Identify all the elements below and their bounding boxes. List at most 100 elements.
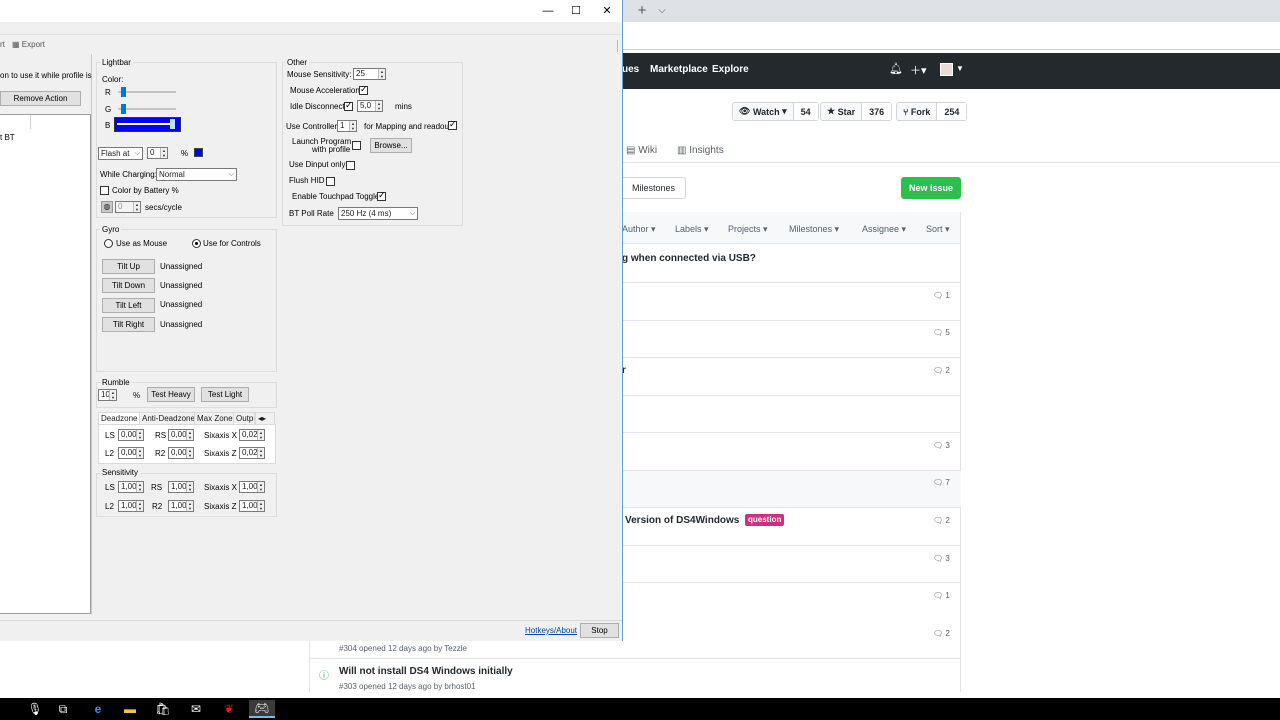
sens-sixaxis-x-spinner[interactable]: 1,00 ▲ ▼ [239, 481, 265, 493]
use-controller-spinner[interactable]: 1 ▲ ▼ [337, 120, 357, 132]
issue-comments[interactable]: 🗨︎ 1 [933, 291, 950, 300]
dz-sixaxis-z-spinner[interactable]: 0,02 ▲ ▼ [239, 447, 265, 459]
milestones-button[interactable]: Milestones [622, 177, 686, 199]
spinner-arrows-icon[interactable]: ▲ ▼ [257, 482, 264, 492]
spinner-arrows-icon[interactable]: ▲ ▼ [186, 501, 193, 511]
tab-scroll-arrows-icon[interactable]: ◂▸ [255, 412, 275, 424]
file-explorer-icon[interactable]: ▬ [119, 700, 141, 718]
tab-wiki[interactable]: ▤ Wiki [626, 145, 657, 156]
stop-button[interactable]: Stop [580, 623, 619, 638]
use-as-mouse-radio[interactable] [104, 239, 113, 248]
bell-icon[interactable]: 🔔︎ [889, 62, 903, 75]
flash-mode-select[interactable]: Flash at ⌵ [98, 147, 143, 160]
test-light-button[interactable]: Test Light [201, 387, 249, 402]
g-slider-track[interactable] [118, 108, 176, 110]
sens-r2-spinner[interactable]: 1,00 ▲ ▼ [168, 500, 194, 512]
spinner-arrows-icon[interactable]: ▲ ▼ [136, 501, 143, 511]
rumble-spinner[interactable]: 100 ▲ ▼ [98, 389, 117, 401]
spinner-arrows-icon[interactable]: ▲ ▼ [136, 448, 143, 458]
launch-program-checkbox[interactable] [352, 141, 361, 150]
export-menu-item[interactable]: ▦ Export [12, 40, 45, 49]
issue-comments[interactable]: 🗨︎ 2 [933, 516, 950, 525]
spinner-arrows-icon[interactable]: ▲ ▼ [186, 430, 193, 440]
hotkeys-about-link[interactable]: Hotkeys/About [525, 626, 577, 635]
issue-comments[interactable]: 🗨︎ 2 [933, 366, 950, 375]
new-issue-button[interactable]: New issue [901, 177, 961, 199]
watch-button[interactable]: 👁︎ Watch ▾ 54 [732, 102, 819, 121]
spinner-arrows-icon[interactable]: ▲ ▼ [378, 69, 385, 79]
flash-color-swatch[interactable] [194, 148, 203, 157]
g-slider-thumb[interactable] [121, 104, 126, 114]
flash-value-spinner[interactable]: 0 ▲ ▼ [147, 147, 168, 159]
question-label[interactable]: question [745, 514, 785, 526]
spinner-arrows-icon[interactable]: ▲ ▼ [186, 482, 193, 492]
issue-comments[interactable]: 🗨︎ 7 [933, 478, 950, 487]
issue-comments[interactable]: 🗨︎ 3 [933, 441, 950, 450]
tilt-right-button[interactable]: Tilt Right [102, 317, 155, 332]
star-button[interactable]: ★ Star 376 [820, 102, 893, 121]
spinner-arrows-icon[interactable]: ▲ ▼ [136, 482, 143, 492]
issue-comments[interactable]: 🗨︎ 1 [933, 591, 950, 600]
mouse-acceleration-checkbox[interactable] [359, 84, 368, 95]
spinner-arrows-icon[interactable]: ▲ ▼ [257, 501, 264, 511]
watch-count[interactable]: 54 [793, 103, 818, 120]
issue-title[interactable]: Will not install DS4 Windows initially [339, 666, 513, 677]
dz-sixaxis-x-spinner[interactable]: 0,02 ▲ ▼ [239, 429, 265, 441]
actions-list[interactable] [0, 114, 91, 614]
nav-explore[interactable]: Explore [712, 64, 749, 75]
microphone-icon[interactable]: 🎙︎ [24, 700, 46, 718]
issue-title[interactable]: Version of DS4Windows [625, 515, 739, 526]
sens-l2-spinner[interactable]: 1,00 ▲ ▼ [118, 500, 144, 512]
tab-deadzone[interactable]: Deadzone [98, 412, 141, 424]
spinner-arrows-icon[interactable]: ▲ ▼ [349, 121, 356, 131]
b-slider-thumb[interactable] [170, 119, 175, 129]
tilt-down-button[interactable]: Tilt Down [102, 278, 155, 293]
spinner-arrows-icon[interactable]: ▲ ▼ [257, 448, 264, 458]
import-menu-item[interactable]: rt [0, 40, 5, 49]
filter-projects[interactable]: Projects ▾ [728, 224, 768, 235]
dz-r2-spinner[interactable]: 0,00 ▲ ▼ [168, 447, 194, 459]
edge-icon[interactable]: e [87, 700, 109, 718]
issue-comments[interactable]: 🗨︎ 5 [933, 328, 950, 337]
spinner-arrows-icon[interactable]: ▲ ▼ [109, 390, 116, 400]
while-charging-select[interactable]: Normal ⌵ [156, 168, 237, 181]
filter-labels[interactable]: Labels ▾ [675, 224, 709, 235]
filter-assignee[interactable]: Assignee ▾ [862, 224, 906, 235]
mail-icon[interactable]: ✉ [185, 700, 207, 718]
remove-action-button[interactable]: Remove Action [0, 91, 81, 106]
spinner-arrows-icon[interactable]: ▲ ▼ [160, 148, 167, 158]
spinner-arrows-icon[interactable]: ▲ ▼ [375, 101, 382, 111]
browse-button[interactable]: Browse... [370, 138, 412, 153]
close-button[interactable]: ✕ [592, 2, 622, 20]
chevron-down-icon[interactable]: ▼ [956, 64, 964, 73]
use-dinput-checkbox[interactable] [346, 161, 355, 170]
r-slider-thumb[interactable] [121, 87, 126, 97]
spinner-arrows-icon[interactable]: ▲ ▼ [186, 448, 193, 458]
star-count[interactable]: 376 [862, 103, 892, 120]
fork-button[interactable]: ⑂ Fork 254 [896, 102, 968, 121]
dz-l2-spinner[interactable]: 0,00 ▲ ▼ [118, 447, 144, 459]
tab-max-zone[interactable]: Max Zone [194, 412, 236, 424]
mouse-sensitivity-spinner[interactable]: 25 ▲ ▼ [353, 68, 386, 80]
filter-author[interactable]: Author ▾ [622, 224, 656, 235]
sens-ls-spinner[interactable]: 1,00 ▲ ▼ [118, 481, 144, 493]
enable-touchpad-checkbox[interactable] [377, 190, 386, 201]
nav-issues[interactable]: ues [622, 64, 639, 75]
fork-count[interactable]: 254 [937, 103, 967, 120]
filter-sort[interactable]: Sort ▾ [926, 224, 950, 235]
list-item[interactable]: t BT [0, 133, 15, 142]
bt-poll-rate-select[interactable]: 250 Hz (4 ms) ⌵ [338, 207, 418, 220]
spinner-arrows-icon[interactable]: ▲ ▼ [257, 430, 264, 440]
r-slider-track[interactable] [118, 91, 176, 93]
dz-ls-spinner[interactable]: 0,00 ▲ ▼ [118, 429, 144, 441]
rainbow-icon[interactable]: ◍ [101, 201, 113, 213]
use-for-controls-radio[interactable] [192, 239, 201, 248]
tab-list-icon[interactable]: ⌵ [652, 3, 672, 19]
idle-disconnect-spinner[interactable]: 5,0 ▲ ▼ [357, 100, 383, 112]
flush-hid-checkbox[interactable] [326, 177, 335, 186]
razer-icon[interactable]: ❦ [218, 700, 240, 718]
gamepad-icon[interactable]: 🎮︎ [249, 700, 275, 718]
color-by-battery-checkbox[interactable] [100, 186, 109, 195]
dz-rs-spinner[interactable]: 0,00 ▲ ▼ [168, 429, 194, 441]
plus-icon[interactable]: ＋▾ [910, 62, 927, 78]
